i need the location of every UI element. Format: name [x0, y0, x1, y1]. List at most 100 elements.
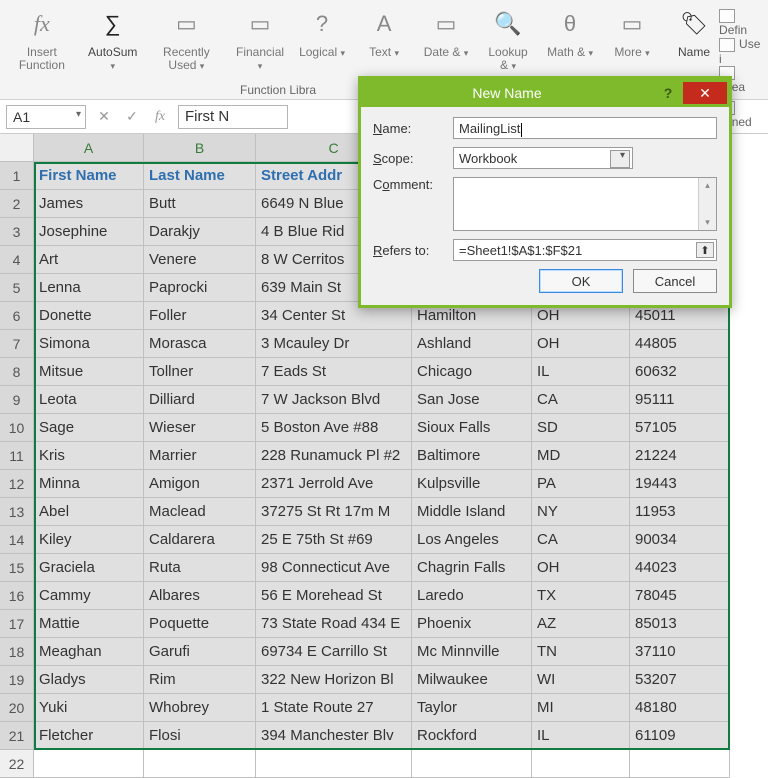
- cell[interactable]: Dilliard: [144, 386, 256, 414]
- cell[interactable]: CA: [532, 526, 630, 554]
- cell[interactable]: Caldarera: [144, 526, 256, 554]
- ribbon-logical[interactable]: ? Logical ▾: [293, 2, 351, 61]
- row-header[interactable]: 1: [0, 162, 34, 190]
- row-header[interactable]: 12: [0, 470, 34, 498]
- cell[interactable]: Sage: [34, 414, 144, 442]
- ribbon-more[interactable]: ▭ More ▾: [603, 2, 661, 61]
- cell[interactable]: TN: [532, 638, 630, 666]
- cell[interactable]: Garufi: [144, 638, 256, 666]
- ribbon-math[interactable]: θ Math & ▾: [541, 2, 599, 61]
- cell[interactable]: Leota: [34, 386, 144, 414]
- cell[interactable]: Los Angeles: [412, 526, 532, 554]
- cell[interactable]: AZ: [532, 610, 630, 638]
- cell[interactable]: 394 Manchester Blv: [256, 722, 412, 750]
- refers-to-input[interactable]: =Sheet1!$A$1:$F$21 ⬆: [453, 239, 717, 261]
- accept-formula-icon[interactable]: ✓: [122, 108, 142, 125]
- cell[interactable]: Milwaukee: [412, 666, 532, 694]
- ribbon-name-manager[interactable]: 🏷 Name: [665, 2, 723, 61]
- cell[interactable]: Kris: [34, 442, 144, 470]
- cell[interactable]: [34, 750, 144, 778]
- cell[interactable]: [144, 750, 256, 778]
- cell[interactable]: IL: [532, 358, 630, 386]
- row-header[interactable]: 3: [0, 218, 34, 246]
- ribbon-lookup[interactable]: 🔍 Lookup & ▾: [479, 2, 537, 74]
- cell[interactable]: 95111: [630, 386, 730, 414]
- cell[interactable]: 69734 E Carrillo St: [256, 638, 412, 666]
- cell[interactable]: Cammy: [34, 582, 144, 610]
- cell[interactable]: Marrier: [144, 442, 256, 470]
- cell[interactable]: Maclead: [144, 498, 256, 526]
- cell[interactable]: Sioux Falls: [412, 414, 532, 442]
- name-box[interactable]: A1: [6, 105, 86, 129]
- cell[interactable]: Foller: [144, 302, 256, 330]
- cell[interactable]: 73 State Road 434 E: [256, 610, 412, 638]
- cell[interactable]: Josephine: [34, 218, 144, 246]
- cell[interactable]: Laredo: [412, 582, 532, 610]
- cell[interactable]: Butt: [144, 190, 256, 218]
- cell[interactable]: 44805: [630, 330, 730, 358]
- row-header[interactable]: 11: [0, 442, 34, 470]
- cell[interactable]: Baltimore: [412, 442, 532, 470]
- scrollbar[interactable]: ▴▾: [698, 178, 716, 230]
- cell[interactable]: Simona: [34, 330, 144, 358]
- cell[interactable]: 1 State Route 27: [256, 694, 412, 722]
- cell[interactable]: CA: [532, 386, 630, 414]
- cell[interactable]: James: [34, 190, 144, 218]
- row-header[interactable]: 16: [0, 582, 34, 610]
- row-header[interactable]: 14: [0, 526, 34, 554]
- row-header[interactable]: 20: [0, 694, 34, 722]
- cell[interactable]: Abel: [34, 498, 144, 526]
- cell[interactable]: 53207: [630, 666, 730, 694]
- scope-select[interactable]: Workbook: [453, 147, 633, 169]
- cell[interactable]: 78045: [630, 582, 730, 610]
- cell[interactable]: Middle Island: [412, 498, 532, 526]
- row-header[interactable]: 13: [0, 498, 34, 526]
- row-header[interactable]: 10: [0, 414, 34, 442]
- cell[interactable]: 2371 Jerrold Ave: [256, 470, 412, 498]
- cell[interactable]: Phoenix: [412, 610, 532, 638]
- cell[interactable]: 90034: [630, 526, 730, 554]
- cell[interactable]: Wieser: [144, 414, 256, 442]
- cell[interactable]: 56 E Morehead St: [256, 582, 412, 610]
- cell[interactable]: Darakjy: [144, 218, 256, 246]
- cell[interactable]: Flosi: [144, 722, 256, 750]
- cell[interactable]: Fletcher: [34, 722, 144, 750]
- header-cell[interactable]: First Name: [34, 162, 144, 190]
- cell[interactable]: 61109: [630, 722, 730, 750]
- cell[interactable]: Mc Minnville: [412, 638, 532, 666]
- cell[interactable]: Chagrin Falls: [412, 554, 532, 582]
- cell[interactable]: 37275 St Rt 17m M: [256, 498, 412, 526]
- cell[interactable]: Meaghan: [34, 638, 144, 666]
- cell[interactable]: Minna: [34, 470, 144, 498]
- cell[interactable]: Ruta: [144, 554, 256, 582]
- select-all-corner[interactable]: [0, 134, 34, 162]
- cell[interactable]: San Jose: [412, 386, 532, 414]
- cell[interactable]: Rockford: [412, 722, 532, 750]
- cell[interactable]: IL: [532, 722, 630, 750]
- cell[interactable]: Whobrey: [144, 694, 256, 722]
- cell[interactable]: 44023: [630, 554, 730, 582]
- ribbon-insert-function[interactable]: fx Insert Function: [4, 2, 80, 74]
- row-header[interactable]: 7: [0, 330, 34, 358]
- comment-textarea[interactable]: ▴▾: [453, 177, 717, 231]
- cell[interactable]: 48180: [630, 694, 730, 722]
- cell[interactable]: NY: [532, 498, 630, 526]
- cell[interactable]: 7 Eads St: [256, 358, 412, 386]
- column-header[interactable]: B: [144, 134, 256, 162]
- dialog-titlebar[interactable]: New Name ? ✕: [361, 79, 729, 107]
- header-cell[interactable]: Last Name: [144, 162, 256, 190]
- cell[interactable]: [532, 750, 630, 778]
- cell[interactable]: Art: [34, 246, 144, 274]
- cell[interactable]: 60632: [630, 358, 730, 386]
- row-header[interactable]: 2: [0, 190, 34, 218]
- cell[interactable]: [256, 750, 412, 778]
- cell[interactable]: 228 Runamuck Pl #2: [256, 442, 412, 470]
- cell[interactable]: [630, 750, 730, 778]
- row-header[interactable]: 9: [0, 386, 34, 414]
- cell[interactable]: 5 Boston Ave #88: [256, 414, 412, 442]
- cell[interactable]: Rim: [144, 666, 256, 694]
- cell[interactable]: Donette: [34, 302, 144, 330]
- cell[interactable]: [412, 750, 532, 778]
- cell[interactable]: Amigon: [144, 470, 256, 498]
- ribbon-autosum[interactable]: ∑ AutoSum ▾: [84, 2, 142, 74]
